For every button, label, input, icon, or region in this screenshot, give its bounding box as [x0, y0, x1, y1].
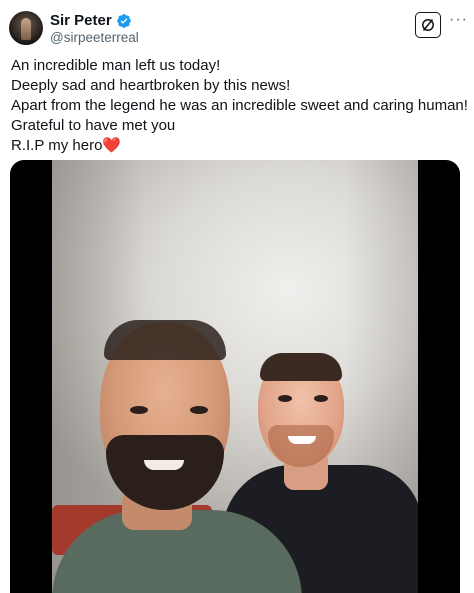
avatar-figure: [21, 18, 31, 40]
tweet-line: Deeply sad and heartbroken by this news!: [11, 77, 291, 94]
tweet-line: Apart from the legend he was an incredib…: [11, 97, 468, 114]
more-options-icon[interactable]: ···: [449, 11, 468, 29]
grok-button[interactable]: [415, 12, 441, 38]
person-left-eye: [190, 406, 208, 414]
author-name-row[interactable]: Sir Peter: [50, 12, 132, 29]
person-right-eye: [314, 395, 328, 402]
person-left-eye: [130, 406, 148, 414]
person-right-hair: [260, 353, 342, 381]
tweet-card: Sir Peter @sirpeeterreal ··· An incredib…: [0, 0, 474, 593]
avatar[interactable]: [9, 11, 43, 45]
tweet-line: Grateful to have met you: [11, 117, 176, 134]
author-display-name[interactable]: Sir Peter: [50, 12, 112, 29]
tweet-text: An incredible man left us today! Deeply …: [11, 56, 468, 156]
verified-badge-icon: [116, 13, 131, 28]
person-left-mouth: [144, 460, 184, 470]
tweet-line-last: R.I.P my hero❤️: [11, 136, 463, 156]
person-left-hair: [104, 320, 226, 360]
video-frame-photo: [52, 160, 418, 593]
author-handle[interactable]: @sirpeeterreal: [50, 30, 139, 45]
media-video[interactable]: [10, 160, 460, 593]
person-right-eye: [278, 395, 292, 402]
tweet-line: An incredible man left us today!: [11, 57, 221, 74]
grok-icon: [422, 19, 434, 31]
person-right-smile: [288, 436, 316, 444]
heart-emoji-icon: ❤️: [102, 137, 122, 154]
tweet-header: Sir Peter @sirpeeterreal ···: [9, 9, 468, 45]
tweet-line: R.I.P my hero: [11, 137, 103, 154]
